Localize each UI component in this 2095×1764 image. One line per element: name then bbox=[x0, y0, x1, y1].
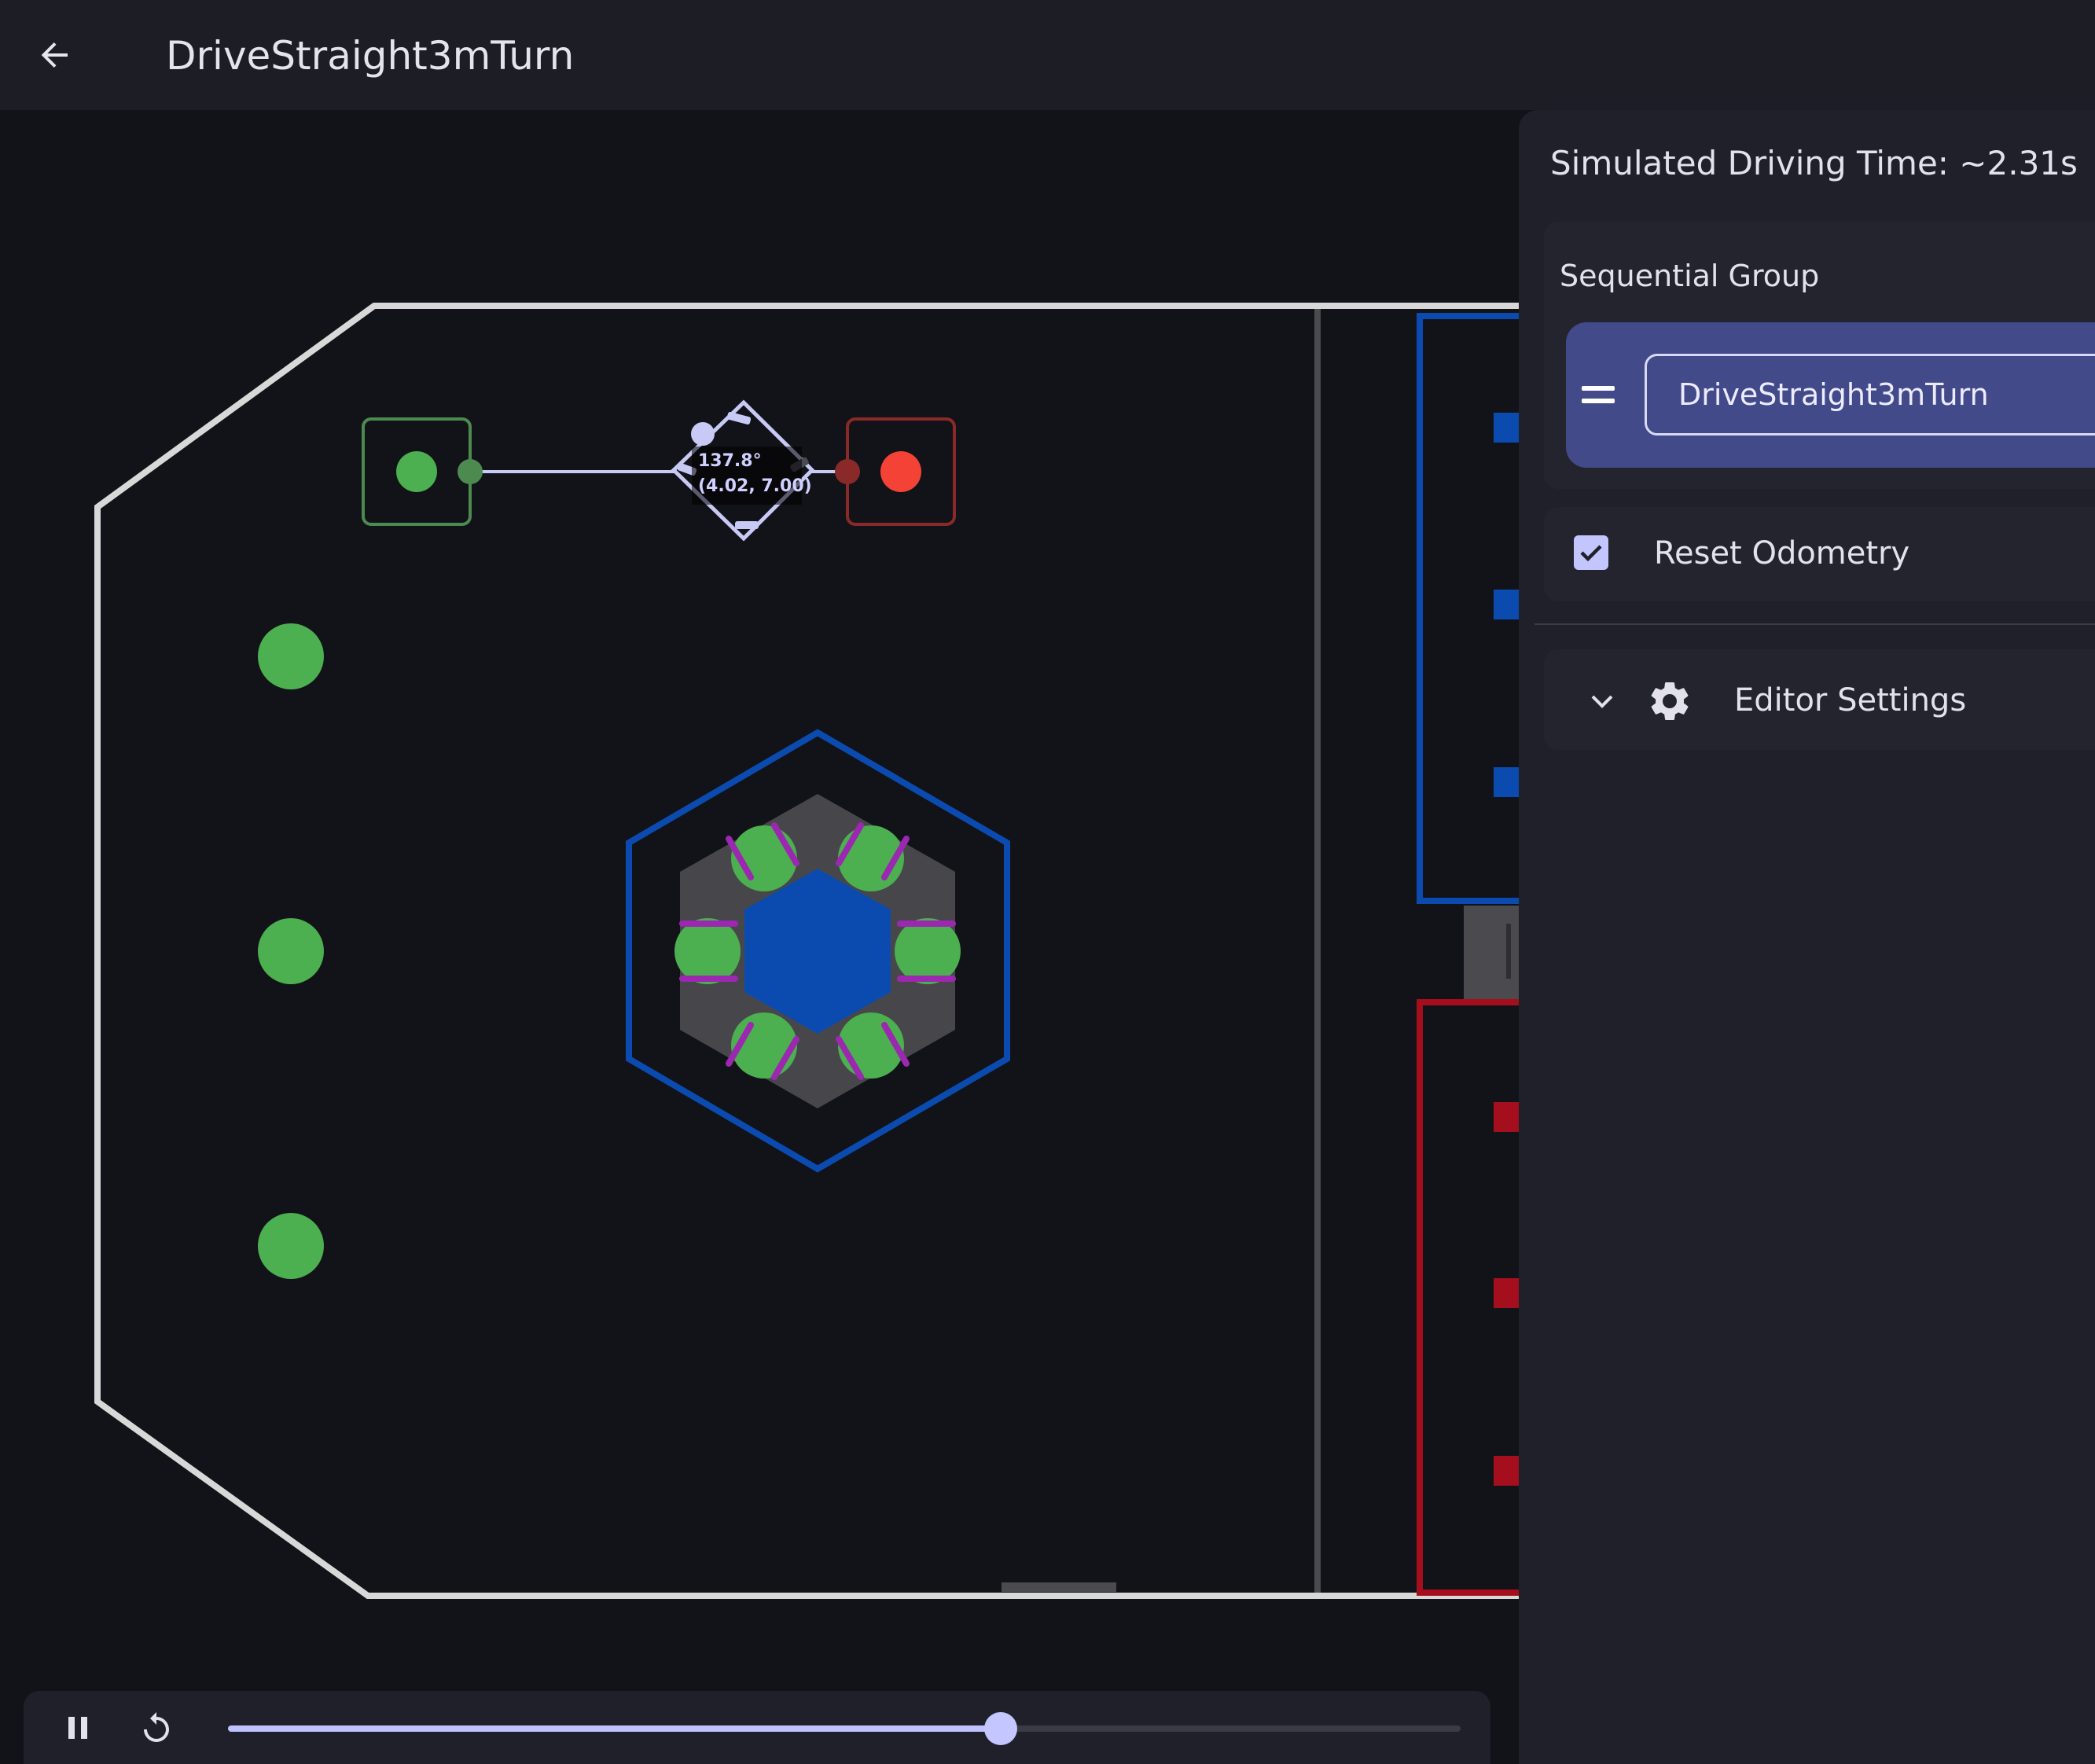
reset-odometry-checkbox[interactable] bbox=[1574, 535, 1608, 570]
rotation-target-label: 137.8° (4.02, 7.00) bbox=[692, 447, 812, 505]
blue-marker bbox=[1494, 413, 1519, 443]
check-icon bbox=[1580, 545, 1602, 562]
back-button[interactable] bbox=[24, 24, 86, 86]
start-control-point bbox=[458, 459, 483, 484]
page-title: DriveStraight3mTurn bbox=[166, 33, 575, 79]
gear-icon bbox=[1651, 682, 1689, 720]
timeline-progress bbox=[228, 1725, 1002, 1732]
end-control-point bbox=[835, 459, 860, 484]
field-canvas[interactable]: 137.8° (4.02, 7.00) bbox=[0, 110, 1519, 1764]
editor-settings-label: Editor Settings bbox=[1734, 682, 1967, 718]
reset-odometry-card: Reset Odometry bbox=[1544, 507, 2095, 601]
red-marker bbox=[1494, 1456, 1519, 1486]
bottom-marker bbox=[1002, 1582, 1116, 1592]
simulated-time-text: Simulated Driving Time: ~2.31s bbox=[1550, 144, 2078, 182]
divider bbox=[1534, 623, 2095, 625]
restart-icon bbox=[144, 1712, 169, 1742]
restart-button[interactable] bbox=[129, 1700, 184, 1755]
side-panel: Simulated Driving Time: ~2.31s Sequentia… bbox=[1519, 110, 2095, 1764]
sequential-group-title: Sequential Group bbox=[1560, 259, 1820, 293]
timeline-thumb[interactable] bbox=[984, 1712, 1018, 1745]
rotation-handle bbox=[691, 422, 715, 446]
game-piece bbox=[258, 1213, 324, 1279]
reset-odometry-label: Reset Odometry bbox=[1654, 535, 1910, 571]
editor-settings-card[interactable]: Editor Settings bbox=[1544, 649, 2095, 750]
field-drawing bbox=[94, 303, 1519, 1599]
playback-bar bbox=[24, 1691, 1490, 1764]
pause-button[interactable] bbox=[50, 1700, 105, 1755]
rotation-position-text: (4.02, 7.00) bbox=[698, 476, 812, 496]
start-waypoint bbox=[396, 451, 437, 492]
end-waypoint bbox=[880, 451, 921, 492]
drag-handle-icon[interactable] bbox=[1582, 377, 1621, 412]
rotation-heading-text: 137.8° bbox=[698, 451, 762, 471]
red-marker bbox=[1494, 1102, 1519, 1132]
red-marker bbox=[1494, 1278, 1519, 1308]
blue-marker bbox=[1494, 767, 1519, 797]
game-piece bbox=[258, 623, 324, 689]
blue-marker bbox=[1494, 590, 1519, 619]
reef-coral bbox=[895, 918, 961, 984]
top-app-bar: DriveStraight3mTurn bbox=[0, 0, 2095, 110]
game-piece bbox=[258, 918, 324, 984]
timeline-slider[interactable] bbox=[228, 1712, 1461, 1745]
path-command-row[interactable] bbox=[1566, 322, 2095, 468]
arrow-back-icon bbox=[41, 42, 68, 68]
chevron-down-icon[interactable] bbox=[1585, 684, 1619, 718]
path-name-input[interactable] bbox=[1645, 354, 2095, 435]
pause-icon bbox=[68, 1717, 87, 1739]
reef-coral bbox=[674, 918, 741, 984]
